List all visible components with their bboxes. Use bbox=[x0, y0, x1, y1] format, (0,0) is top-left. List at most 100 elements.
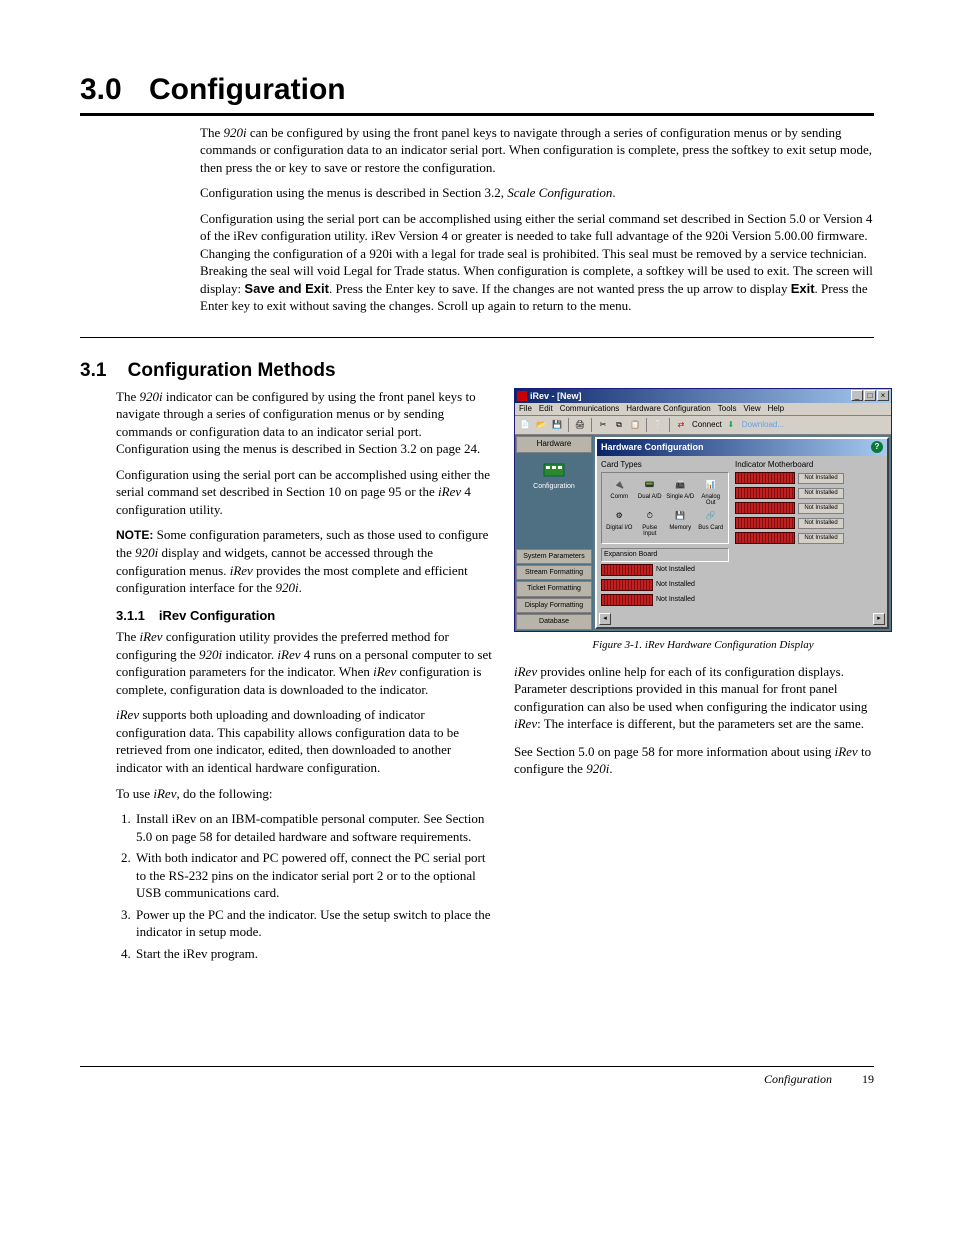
left-column: The 920i indicator can be configured by … bbox=[116, 388, 496, 967]
left-nav-label: Configuration bbox=[533, 482, 575, 491]
scroll-buttons: ◂ ▸ bbox=[597, 613, 887, 627]
intro-paragraph-3: Configuration using the serial port can … bbox=[200, 210, 874, 315]
step-4: Start the iRev program. bbox=[134, 945, 496, 963]
tb-print-icon[interactable]: 🖨 bbox=[573, 418, 587, 432]
menu-edit[interactable]: Edit bbox=[539, 404, 553, 415]
motherboard-panel: Indicator Motherboard Not Installed Not … bbox=[735, 460, 883, 609]
tab-ticket-formatting[interactable]: Ticket Formatting bbox=[516, 581, 592, 596]
step-3: Power up the PC and the indicator. Use t… bbox=[134, 906, 496, 941]
tb-separator bbox=[646, 418, 647, 432]
footer-page-number: 19 bbox=[862, 1071, 874, 1087]
menu-view[interactable]: View bbox=[743, 404, 760, 415]
tb-separator bbox=[568, 418, 569, 432]
chapter-intro: The 920i can be configured by using the … bbox=[200, 124, 874, 315]
tb-download-label[interactable]: Download... bbox=[742, 420, 784, 431]
tab-system-parameters[interactable]: System Parameters bbox=[516, 549, 592, 564]
window-buttons: _ □ × bbox=[851, 390, 889, 401]
mb-slot-3: Not Installed bbox=[735, 502, 883, 514]
menu-communications[interactable]: Communications bbox=[560, 404, 620, 415]
maximize-button[interactable]: □ bbox=[864, 390, 876, 401]
mb-slot-4: Not Installed bbox=[735, 517, 883, 529]
tb-cut-icon[interactable]: ✂ bbox=[596, 418, 610, 432]
tb-connect-icon[interactable]: ⇄ bbox=[674, 418, 688, 432]
tb-new-icon[interactable]: 📄 bbox=[518, 418, 532, 432]
slot-connector-icon[interactable] bbox=[735, 487, 795, 499]
tb-copy-icon[interactable]: ⧉ bbox=[612, 418, 626, 432]
card-row-2: ⚙Digital I/O ⏱Pulse Input 💾Memory 🔗Bus C… bbox=[604, 508, 726, 537]
tab-display-formatting[interactable]: Display Formatting bbox=[516, 598, 592, 613]
tb-connect-label[interactable]: Connect bbox=[692, 420, 722, 431]
scroll-left-icon[interactable]: ◂ bbox=[599, 613, 611, 625]
tab-stream-formatting[interactable]: Stream Formatting bbox=[516, 565, 592, 580]
mb-slot-1: Not Installed bbox=[735, 472, 883, 484]
tb-paste-icon[interactable]: 📋 bbox=[628, 418, 642, 432]
menu-help[interactable]: Help bbox=[768, 404, 784, 415]
expansion-label: Expansion Board bbox=[601, 548, 729, 561]
section-title: Configuration Methods bbox=[128, 358, 336, 384]
tb-open-icon[interactable]: 📂 bbox=[534, 418, 548, 432]
slot-connector-icon[interactable] bbox=[735, 517, 795, 529]
left-p2: Configuration using the serial port can … bbox=[116, 466, 496, 519]
tb-download-icon[interactable]: ⬇ bbox=[724, 418, 738, 432]
card-digital-io[interactable]: ⚙Digital I/O bbox=[604, 508, 634, 537]
slot-connector-icon[interactable] bbox=[601, 594, 653, 606]
inner-body: Card Types 🔌Comm 📟Dual A/D 📠Single A/D 📊… bbox=[597, 456, 887, 613]
tab-database[interactable]: Database bbox=[516, 614, 592, 629]
menu-hardware[interactable]: Hardware Configuration bbox=[626, 404, 711, 415]
card-types-box: 🔌Comm 📟Dual A/D 📠Single A/D 📊Analog Out … bbox=[601, 472, 729, 544]
card-types-label: Card Types bbox=[601, 460, 729, 471]
chapter-number: 3.0 bbox=[80, 70, 122, 111]
tb-help-icon[interactable]: ❔ bbox=[651, 418, 665, 432]
card-bus[interactable]: 🔗Bus Card bbox=[696, 508, 726, 537]
subsection-title: iRev Configuration bbox=[159, 608, 275, 623]
subsection-number: 3.1.1 bbox=[116, 608, 145, 623]
slot-connector-icon[interactable] bbox=[601, 579, 653, 591]
inner-help-icon[interactable]: ? bbox=[871, 441, 883, 453]
exp-slot-1: Not Installed bbox=[601, 564, 729, 576]
card-dual-ad[interactable]: 📟Dual A/D bbox=[635, 477, 665, 506]
slot-connector-icon[interactable] bbox=[735, 532, 795, 544]
configuration-icon[interactable] bbox=[542, 460, 566, 480]
right-p2: See Section 5.0 on page 58 for more info… bbox=[514, 743, 892, 778]
toolbar: 📄 📂 💾 🖨 ✂ ⧉ 📋 ❔ ⇄ Connect ⬇ Download... bbox=[515, 416, 891, 435]
mb-slot-2: Not Installed bbox=[735, 487, 883, 499]
slot-connector-icon[interactable] bbox=[735, 472, 795, 484]
steps-list: Install iRev on an IBM-compatible person… bbox=[116, 810, 496, 962]
card-comm[interactable]: 🔌Comm bbox=[604, 477, 634, 506]
page-footer: Configuration 19 bbox=[80, 1066, 874, 1087]
card-analog-out[interactable]: 📊Analog Out bbox=[696, 477, 726, 506]
scroll-right-icon[interactable]: ▸ bbox=[873, 613, 885, 625]
inner-title-text: Hardware Configuration bbox=[601, 441, 704, 453]
slot-status-pill: Not Installed bbox=[798, 533, 844, 544]
slot-connector-icon[interactable] bbox=[735, 502, 795, 514]
left-p7: To use iRev, do the following: bbox=[116, 785, 496, 803]
section-number: 3.1 bbox=[80, 358, 106, 384]
slot-status-pill: Not Installed bbox=[798, 518, 844, 529]
expansion-slots: Not Installed Not Installed Not Installe… bbox=[601, 564, 729, 606]
mb-slot-5: Not Installed bbox=[735, 532, 883, 544]
menu-tools[interactable]: Tools bbox=[718, 404, 737, 415]
tb-separator bbox=[591, 418, 592, 432]
slot-connector-icon[interactable] bbox=[601, 564, 653, 576]
section-header: 3.1 Configuration Methods bbox=[80, 358, 874, 384]
close-button[interactable]: × bbox=[877, 390, 889, 401]
slot-status-pill: Not Installed bbox=[798, 503, 844, 514]
workspace: Hardware Configuration System Parameters… bbox=[515, 435, 891, 630]
note-label: NOTE: bbox=[116, 528, 153, 542]
menubar: File Edit Communications Hardware Config… bbox=[515, 403, 891, 417]
left-p6: iRev supports both uploading and downloa… bbox=[116, 706, 496, 776]
exp-slot-2: Not Installed bbox=[601, 579, 729, 591]
slot-status-pill: Not Installed bbox=[798, 473, 844, 484]
minimize-button[interactable]: _ bbox=[851, 390, 863, 401]
card-pulse-input[interactable]: ⏱Pulse Input bbox=[635, 508, 665, 537]
card-memory[interactable]: 💾Memory bbox=[665, 508, 695, 537]
right-p1: iRev provides online help for each of it… bbox=[514, 663, 892, 733]
inner-window: Hardware Configuration ? Card Types 🔌Com… bbox=[595, 437, 889, 628]
menu-file[interactable]: File bbox=[519, 404, 532, 415]
left-p5: The iRev configuration utility provides … bbox=[116, 628, 496, 698]
card-single-ad[interactable]: 📠Single A/D bbox=[665, 477, 695, 506]
left-tab-hardware[interactable]: Hardware bbox=[516, 436, 592, 453]
slot-status-pill: Not Installed bbox=[798, 488, 844, 499]
tb-save-icon[interactable]: 💾 bbox=[550, 418, 564, 432]
window-titlebar: iRev - [New] _ □ × bbox=[515, 389, 891, 403]
